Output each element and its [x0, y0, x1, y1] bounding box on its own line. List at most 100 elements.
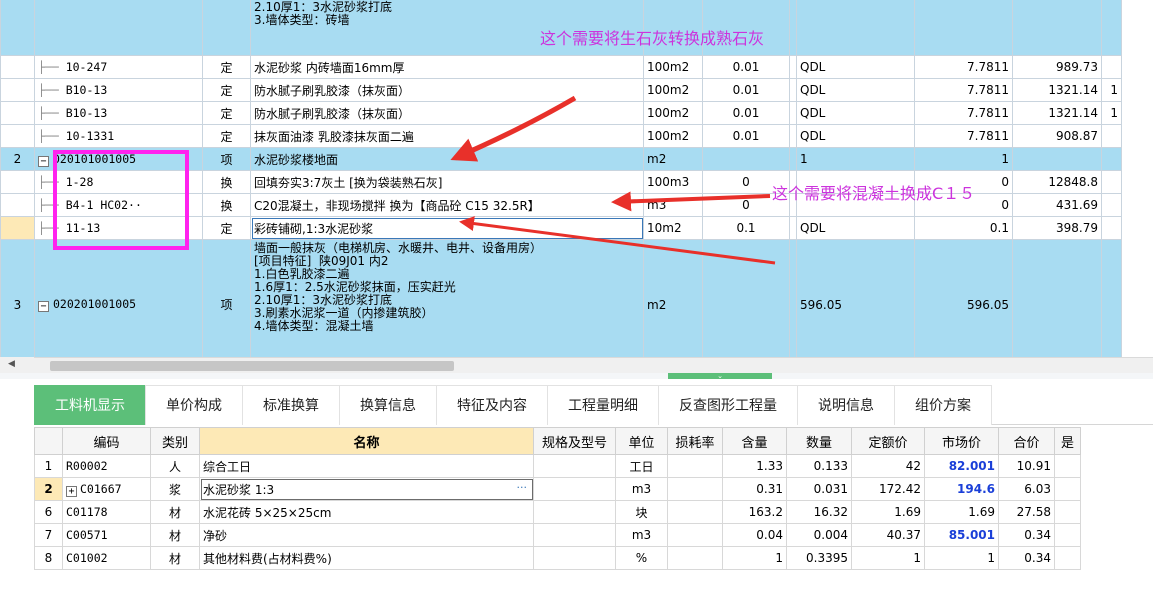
material-unit[interactable]: m3 — [615, 523, 668, 547]
material-unit[interactable]: 块 — [615, 500, 668, 524]
quota-row[interactable]: ├── 10-1331 定抹灰面油漆 乳胶漆抹灰面二遍 100m2 0.01 QDL 7.… — [0, 124, 1122, 148]
item-content[interactable]: 0.01 — [702, 124, 790, 148]
material-loss[interactable] — [667, 523, 723, 547]
item-type[interactable] — [202, 0, 251, 56]
item-unit[interactable]: m2 — [643, 239, 703, 357]
collapse-toggle-icon[interactable]: − — [38, 155, 49, 167]
tab-4[interactable]: 特征及内容 — [436, 385, 548, 425]
item-expr[interactable]: QDL — [796, 78, 915, 102]
item-extra[interactable] — [1101, 216, 1122, 240]
material-quota[interactable]: 172.42 — [851, 477, 925, 501]
item-unit[interactable]: m3 — [643, 193, 703, 217]
item-spacer[interactable] — [789, 216, 797, 240]
item-quantity[interactable]: 7.7811 — [914, 124, 1013, 148]
tab-8[interactable]: 组价方案 — [894, 385, 992, 425]
item-extra[interactable] — [1101, 193, 1122, 217]
material-spec[interactable] — [533, 523, 616, 547]
row-number[interactable] — [0, 55, 35, 79]
material-qty[interactable]: 1 — [722, 546, 787, 570]
item-spacer[interactable] — [789, 0, 797, 56]
material-n[interactable]: 7 — [34, 523, 63, 547]
tab-1[interactable]: 单价构成 — [145, 385, 243, 425]
item-expr[interactable]: QDL — [796, 216, 915, 240]
item-extra[interactable] — [1101, 239, 1122, 357]
material-quota[interactable]: 42 — [851, 454, 925, 478]
item-content[interactable]: 0.01 — [702, 101, 790, 125]
item-name[interactable]: 墙面一般抹灰（电梯机房、水暖井、电井、设备用房） [项目特征] 陕09J01 内… — [250, 239, 644, 357]
material-code[interactable]: + C01667 — [62, 477, 151, 501]
material-market[interactable]: 1 — [924, 546, 999, 570]
tab-6[interactable]: 反查图形工程量 — [658, 385, 798, 425]
item-expr[interactable]: 596.05 — [796, 239, 915, 357]
item-expr[interactable] — [796, 0, 915, 56]
column-header-9[interactable]: 定额价 — [851, 427, 925, 455]
quota-row[interactable]: ├── B10-13 定防水腻子刷乳胶漆（抹灰面） 100m2 0.01 QDL 7.78… — [0, 101, 1122, 125]
item-code[interactable]: ├── B10-13 — [34, 101, 203, 125]
material-spec[interactable] — [533, 546, 616, 570]
material-n[interactable]: 1 — [34, 454, 63, 478]
item-extra[interactable]: 1 — [1101, 78, 1122, 102]
material-amt[interactable]: 0.3395 — [786, 546, 852, 570]
item-name[interactable]: 防水腻子刷乳胶漆（抹灰面） — [250, 101, 644, 125]
material-quota[interactable]: 40.37 — [851, 523, 925, 547]
row-number[interactable] — [0, 216, 35, 240]
material-market[interactable]: 82.001 — [924, 454, 999, 478]
material-amt[interactable]: 0.031 — [786, 477, 852, 501]
column-header-8[interactable]: 数量 — [786, 427, 852, 455]
material-name[interactable]: 综合工日 — [199, 454, 534, 478]
item-unit-price[interactable]: 908.87 — [1012, 124, 1102, 148]
material-cat[interactable]: 浆 — [150, 477, 200, 501]
item-type[interactable]: 定 — [202, 124, 251, 148]
item-unit[interactable]: 100m2 — [643, 55, 703, 79]
item-content[interactable]: 0.01 — [702, 78, 790, 102]
item-name[interactable]: 彩砖铺砌,1:3水泥砂浆 — [250, 216, 644, 240]
material-quota[interactable]: 1.69 — [851, 500, 925, 524]
scroll-left-arrow-icon[interactable]: ◀ — [8, 359, 15, 369]
item-quantity[interactable]: 596.05 — [914, 239, 1013, 357]
item-quantity[interactable]: 1 — [914, 147, 1013, 171]
material-n[interactable]: 8 — [34, 546, 63, 570]
item-unit[interactable]: 10m2 — [643, 216, 703, 240]
row-number[interactable] — [0, 101, 35, 125]
material-spec[interactable] — [533, 477, 616, 501]
material-loss[interactable] — [667, 454, 723, 478]
item-unit-price[interactable]: 398.79 — [1012, 216, 1102, 240]
material-name[interactable]: 其他材料费(占材料费%) — [199, 546, 534, 570]
item-type[interactable]: 换 — [202, 170, 251, 194]
material-unit[interactable]: 工日 — [615, 454, 668, 478]
item-code[interactable]: ├── 10-1331 — [34, 124, 203, 148]
material-code[interactable]: C01178 — [62, 500, 151, 524]
material-total[interactable]: 27.58 — [998, 500, 1055, 524]
material-name[interactable]: 净砂 — [199, 523, 534, 547]
tab-0[interactable]: 工料机显示 — [34, 385, 146, 425]
tab-7[interactable]: 说明信息 — [797, 385, 895, 425]
material-cat[interactable]: 材 — [150, 523, 200, 547]
material-flag[interactable] — [1054, 477, 1081, 501]
item-unit[interactable]: 100m2 — [643, 124, 703, 148]
material-qty[interactable]: 1.33 — [722, 454, 787, 478]
tab-3[interactable]: 换算信息 — [339, 385, 437, 425]
item-unit[interactable]: 100m2 — [643, 101, 703, 125]
item-code[interactable] — [34, 0, 203, 56]
column-header-4[interactable]: 规格及型号 — [533, 427, 616, 455]
item-expr[interactable]: QDL — [796, 101, 915, 125]
column-header-6[interactable]: 损耗率 — [667, 427, 723, 455]
material-total[interactable]: 0.34 — [998, 546, 1055, 570]
item-quantity[interactable]: 7.7811 — [914, 55, 1013, 79]
column-header-5[interactable]: 单位 — [615, 427, 668, 455]
material-name[interactable]: 水泥花砖 5×25×25cm — [199, 500, 534, 524]
collapse-toggle-icon[interactable]: − — [38, 301, 49, 312]
item-unit-price[interactable]: 431.69 — [1012, 193, 1102, 217]
material-market[interactable]: 1.69 — [924, 500, 999, 524]
material-qty[interactable]: 163.2 — [722, 500, 787, 524]
item-extra[interactable]: 1 — [1101, 101, 1122, 125]
material-unit[interactable]: % — [615, 546, 668, 570]
material-cat[interactable]: 材 — [150, 546, 200, 570]
material-row[interactable]: 7 C00571 材净砂 m3 0.04 0.004 40.37 85.001 0.34 — [34, 523, 1081, 547]
material-spec[interactable] — [533, 500, 616, 524]
row-number[interactable]: 3 — [0, 239, 35, 357]
material-loss[interactable] — [667, 500, 723, 524]
material-amt[interactable]: 16.32 — [786, 500, 852, 524]
material-cat[interactable]: 人 — [150, 454, 200, 478]
item-spacer[interactable] — [789, 147, 797, 171]
